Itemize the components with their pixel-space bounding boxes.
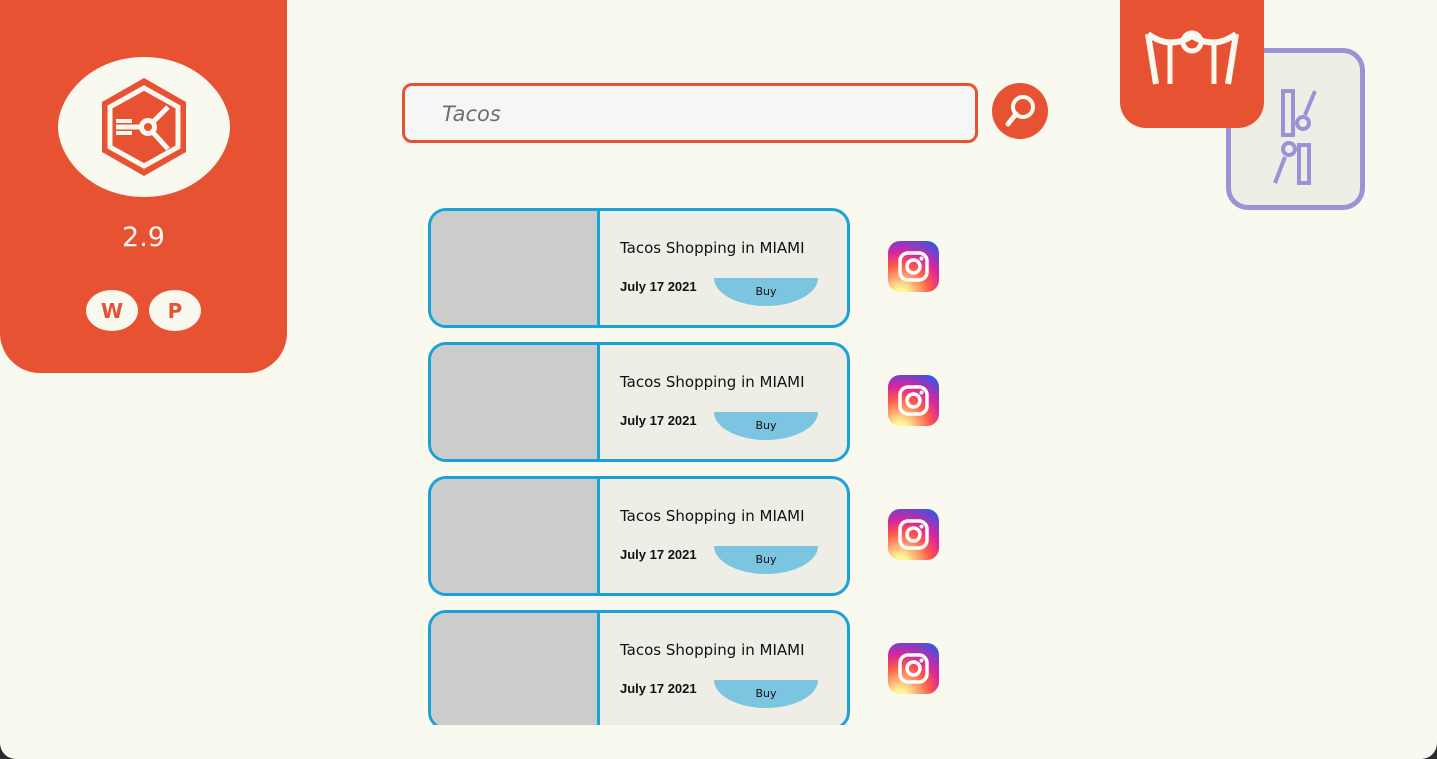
result-title: Tacos Shopping in MIAMI — [620, 641, 805, 659]
search-icon — [1005, 95, 1035, 127]
list-item: Tacos Shopping in MIAMI July 17 2021 Buy — [428, 610, 948, 725]
instagram-icon[interactable] — [888, 643, 939, 694]
instagram-icon[interactable] — [888, 375, 939, 426]
p-brand-button[interactable]: P — [149, 290, 201, 331]
search-input[interactable] — [440, 86, 964, 142]
result-title: Tacos Shopping in MIAMI — [620, 507, 805, 525]
result-date: July 17 2021 — [620, 279, 697, 294]
result-thumbnail — [431, 613, 600, 725]
search-field[interactable] — [402, 83, 978, 143]
search-button[interactable] — [992, 83, 1048, 139]
sidebar: 2.9 W P — [0, 0, 287, 373]
result-thumbnail — [431, 479, 600, 593]
result-date: July 17 2021 — [620, 413, 697, 428]
result-card[interactable]: Tacos Shopping in MIAMI July 17 2021 Buy — [428, 208, 850, 328]
rating-value: 2.9 — [122, 222, 165, 253]
brand-logo-tab[interactable] — [1120, 0, 1264, 128]
list-item: Tacos Shopping in MIAMI July 17 2021 Buy — [428, 476, 948, 596]
result-date: July 17 2021 — [620, 681, 697, 696]
buy-button[interactable]: Buy — [714, 546, 818, 574]
instagram-icon[interactable] — [888, 509, 939, 560]
list-item: Tacos Shopping in MIAMI July 17 2021 Buy — [428, 208, 948, 328]
w-brand-icon: W — [100, 298, 124, 323]
hex-logo-icon[interactable] — [58, 57, 230, 197]
brand-monogram-icon — [1145, 30, 1239, 85]
list-item: Tacos Shopping in MIAMI July 17 2021 Buy — [428, 342, 948, 462]
w-brand-button[interactable]: W — [86, 290, 138, 331]
result-card[interactable]: Tacos Shopping in MIAMI July 17 2021 Buy — [428, 476, 850, 596]
buy-button[interactable]: Buy — [714, 680, 818, 708]
results-list: Tacos Shopping in MIAMI July 17 2021 Buy… — [428, 208, 948, 725]
result-title: Tacos Shopping in MIAMI — [620, 373, 805, 391]
result-card[interactable]: Tacos Shopping in MIAMI July 17 2021 Buy — [428, 342, 850, 462]
buy-button[interactable]: Buy — [714, 278, 818, 306]
result-thumbnail — [431, 211, 600, 325]
result-card[interactable]: Tacos Shopping in MIAMI July 17 2021 Buy — [428, 610, 850, 725]
result-date: July 17 2021 — [620, 547, 697, 562]
p-brand-icon: P — [167, 298, 183, 323]
app-page: 2.9 W P Tacos Tacos Shopping in MIAMI Ju… — [0, 0, 1437, 759]
instagram-icon[interactable] — [888, 241, 939, 292]
result-title: Tacos Shopping in MIAMI — [620, 239, 805, 257]
buy-button[interactable]: Buy — [714, 412, 818, 440]
result-thumbnail — [431, 345, 600, 459]
